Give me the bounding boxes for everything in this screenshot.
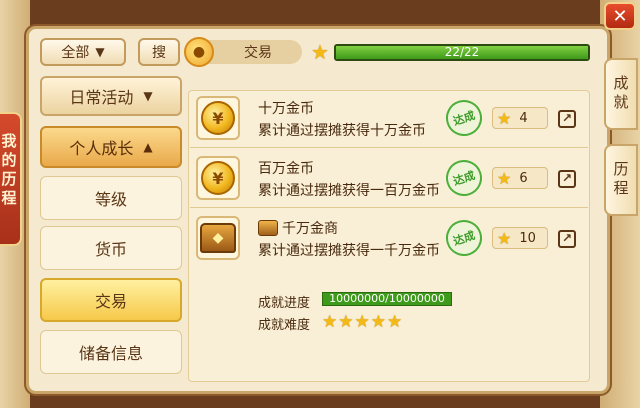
nav-category-label: 日常活动 bbox=[69, 88, 134, 107]
nav-sub-label: 货币 bbox=[94, 240, 127, 259]
achievement-row[interactable]: ◆ 千万金商 累计通过摆摊获得一千万金币 达成 ★ 10 ↗ bbox=[190, 210, 588, 268]
tab-history-label: 历程 bbox=[613, 160, 629, 197]
star-icon: ★ bbox=[497, 108, 512, 128]
filter-label: 全部 bbox=[61, 45, 90, 61]
star-icon: ★ bbox=[497, 228, 512, 248]
share-icon[interactable]: ↗ bbox=[558, 230, 576, 248]
close-button[interactable]: ✕ bbox=[604, 2, 636, 30]
progress-label: 成就进度 bbox=[258, 296, 311, 311]
achievement-points: ★ 10 bbox=[492, 227, 548, 249]
achievement-title: 百万金币 bbox=[258, 161, 314, 177]
star-icon: ★ bbox=[387, 312, 404, 332]
nav-sub-trade[interactable]: 交易 bbox=[40, 278, 182, 322]
my-history-side-tab[interactable]: 我的历程 bbox=[0, 112, 22, 246]
close-icon: ✕ bbox=[612, 5, 628, 27]
nav-sub-label: 储备信息 bbox=[78, 344, 143, 363]
nav-category-daily[interactable]: 日常活动 ▼ bbox=[40, 76, 182, 116]
achievement-row[interactable]: ¥ 百万金币 累计通过摆摊获得一百万金币 达成 ★ 6 ↗ bbox=[190, 150, 588, 208]
nav-category-growth[interactable]: 个人成长 ▲ bbox=[40, 126, 182, 168]
gold-coin-icon: ¥ bbox=[201, 161, 235, 195]
tab-achievements[interactable]: 成就 bbox=[604, 58, 638, 130]
gold-coin-icon: ¥ bbox=[201, 101, 235, 135]
nav-sub-label: 等级 bbox=[94, 190, 127, 209]
points-value: 6 bbox=[519, 170, 528, 186]
progress-text: 22/22 bbox=[444, 45, 480, 59]
filter-dropdown[interactable]: 全部 ▼ bbox=[40, 38, 126, 66]
achievement-icon-box: ¥ bbox=[196, 156, 240, 200]
achievement-title-wrap: 千万金商 bbox=[258, 218, 338, 238]
nav-sub-label: 交易 bbox=[94, 292, 127, 311]
points-value: 4 bbox=[519, 110, 528, 126]
completed-stamp: 达成 bbox=[441, 215, 487, 261]
search-label: 搜 bbox=[152, 45, 166, 61]
star-icon: ★ bbox=[354, 312, 371, 332]
chevron-up-icon: ▲ bbox=[143, 140, 153, 154]
difficulty-label: 成就难度 bbox=[258, 318, 311, 333]
star-icon: ★ bbox=[311, 40, 329, 64]
achievement-row[interactable]: ¥ 十万金币 累计通过摆摊获得十万金币 达成 ★ 4 ↗ bbox=[190, 90, 588, 148]
nav-sub-currency[interactable]: 货币 bbox=[40, 226, 182, 270]
achievement-desc: 累计通过摆摊获得一千万金币 bbox=[258, 243, 440, 259]
breadcrumb-label: 交易 bbox=[244, 45, 272, 61]
achievement-progress-bar: 10000000/10000000 bbox=[322, 292, 452, 306]
completed-stamp: 达成 bbox=[441, 95, 487, 141]
achievement-icon-box: ¥ bbox=[196, 96, 240, 140]
breadcrumb: ● 交易 bbox=[184, 37, 302, 67]
tab-achievements-label: 成就 bbox=[613, 74, 629, 111]
star-icon: ★ bbox=[338, 312, 355, 332]
divider bbox=[190, 207, 588, 208]
nav-sub-reserve[interactable]: 储备信息 bbox=[40, 330, 182, 374]
difficulty-stars: ★★★★★ bbox=[322, 312, 403, 332]
achievement-title: 十万金币 bbox=[258, 101, 314, 117]
nav-sub-level[interactable]: 等级 bbox=[40, 176, 182, 220]
share-icon[interactable]: ↗ bbox=[558, 170, 576, 188]
my-history-label: 我的历程 bbox=[1, 132, 17, 207]
divider bbox=[190, 147, 588, 148]
achievement-desc: 累计通过摆摊获得一百万金币 bbox=[258, 183, 440, 199]
chevron-down-icon: ▼ bbox=[95, 45, 105, 59]
star-icon: ★ bbox=[370, 312, 387, 332]
nav-category-label: 个人成长 bbox=[69, 139, 134, 158]
star-icon: ★ bbox=[322, 312, 339, 332]
chick-mascot-icon: ● bbox=[184, 37, 214, 67]
search-button[interactable]: 搜 bbox=[138, 38, 180, 66]
achievement-title: 千万金商 bbox=[282, 221, 338, 237]
tab-history[interactable]: 历程 bbox=[604, 144, 638, 216]
achievement-points: ★ 4 bbox=[492, 107, 548, 129]
points-value: 10 bbox=[519, 230, 536, 246]
treasure-chest-icon: ◆ bbox=[200, 223, 236, 253]
achievement-desc: 累计通过摆摊获得十万金币 bbox=[258, 123, 426, 139]
achievement-icon-box: ◆ bbox=[196, 216, 240, 260]
achievement-points: ★ 6 bbox=[492, 167, 548, 189]
chevron-down-icon: ▼ bbox=[143, 89, 153, 103]
share-icon[interactable]: ↗ bbox=[558, 110, 576, 128]
treasure-chest-icon bbox=[258, 220, 278, 236]
star-icon: ★ bbox=[497, 168, 512, 188]
completed-stamp: 达成 bbox=[441, 155, 487, 201]
